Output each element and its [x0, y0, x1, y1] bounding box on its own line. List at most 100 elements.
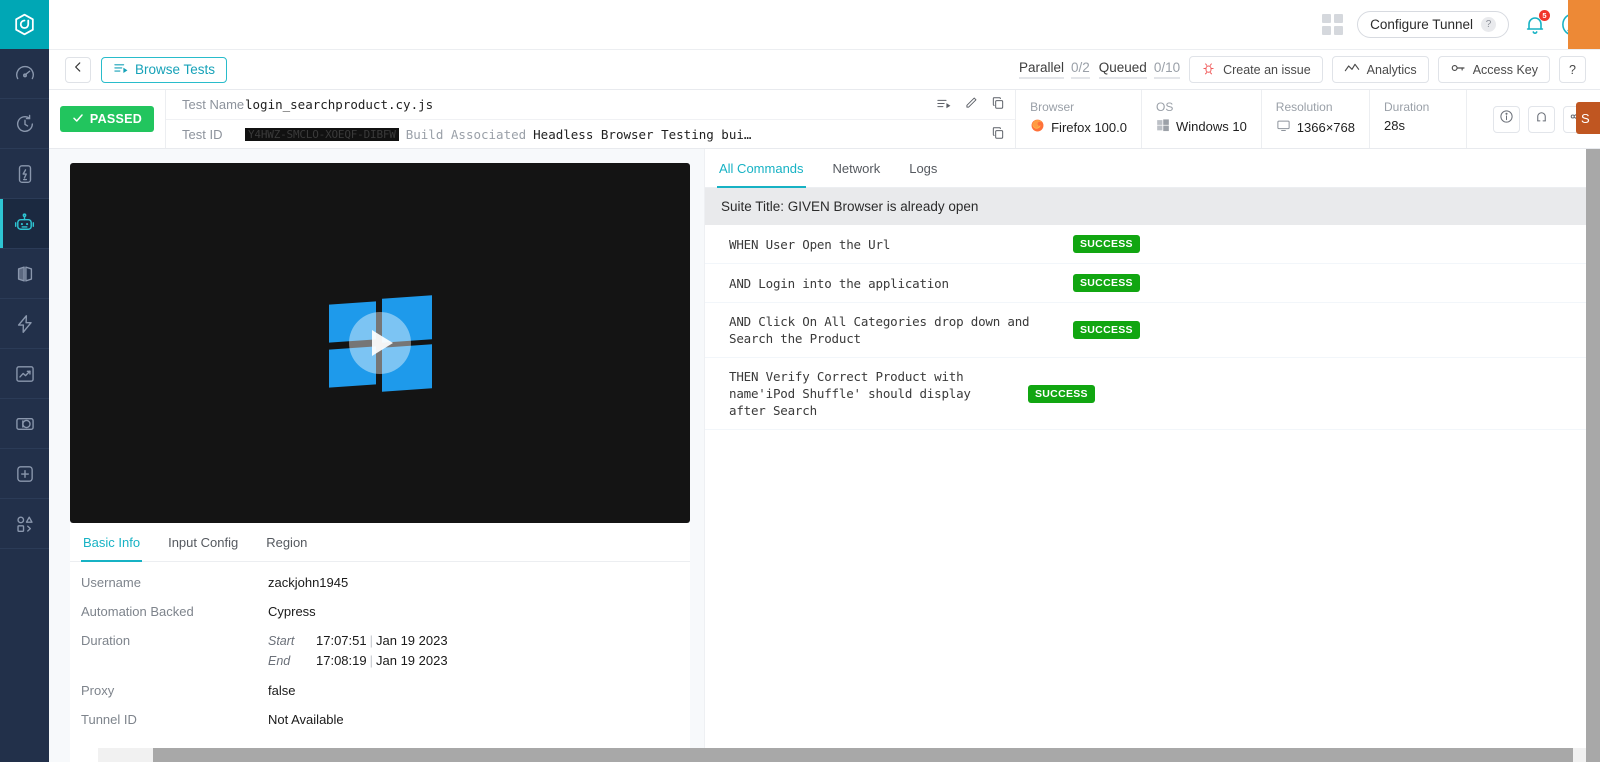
command-text: AND Login into the application: [729, 275, 949, 291]
proxy-label: Proxy: [81, 683, 115, 698]
test-name-actions: [936, 96, 1005, 114]
username-label: Username: [81, 575, 141, 590]
spec-resolution-value-wrap: 1366×768: [1276, 118, 1355, 136]
check-icon: [72, 112, 84, 127]
spec-resolution-label: Resolution: [1275, 100, 1333, 114]
automation-label: Automation Backed: [81, 604, 194, 619]
tab-logs[interactable]: Logs: [907, 149, 939, 188]
access-key-label: Access Key: [1472, 62, 1538, 77]
test-info-bar: PASSED Test Name login_searchproduct.cy.…: [49, 90, 1600, 149]
sidebar-item-timeline[interactable]: [0, 99, 49, 149]
test-name-row: Test Name login_searchproduct.cy.js: [166, 90, 1015, 119]
tunnel-id-label: Tunnel ID: [81, 712, 137, 727]
sidebar-item-visual-regression[interactable]: [0, 249, 49, 299]
magnet-button[interactable]: [1528, 105, 1555, 133]
command-row[interactable]: AND Click On All Categories drop down an…: [705, 303, 1600, 358]
spec-duration: Duration 28s: [1370, 90, 1466, 148]
duration-end-label: End: [268, 654, 291, 668]
vertical-scrollbar-thumb[interactable]: [1586, 149, 1600, 762]
access-key-button[interactable]: Access Key: [1437, 56, 1550, 83]
test-spec-cell: Browser Firefox 100.0 OS Windows 10 Reso…: [1015, 90, 1466, 148]
command-text: AND Click On All Categories drop down an…: [729, 314, 1030, 346]
notifications-button[interactable]: 5: [1523, 9, 1550, 37]
configure-tunnel-button[interactable]: Configure Tunnel ?: [1357, 11, 1509, 38]
parallel-value: 0/2: [1070, 60, 1090, 79]
test-meta-cell: Test Name login_searchproduct.cy.js Test…: [166, 90, 1016, 148]
spec-duration-label: Duration: [1384, 100, 1430, 114]
duration-end-row: End 17:08:19 | Jan 19 2023: [268, 653, 448, 668]
notification-badge: 5: [1539, 9, 1550, 21]
sidebar-item-real-time[interactable]: [0, 149, 49, 199]
chevron-left-icon: [71, 60, 85, 79]
command-row[interactable]: WHEN User Open the Url SUCCESS: [705, 225, 1600, 264]
analytics-button[interactable]: Analytics: [1331, 56, 1429, 83]
video-player[interactable]: [70, 163, 690, 523]
command-text: WHEN User Open the Url: [729, 236, 891, 252]
tab-region[interactable]: Region: [264, 523, 309, 562]
copy-icon[interactable]: [991, 126, 1005, 143]
command-status-badge: SUCCESS: [1073, 235, 1140, 253]
automation-value: Cypress: [268, 604, 316, 619]
tab-basic-info[interactable]: Basic Info: [81, 523, 143, 562]
test-name-value: login_searchproduct.cy.js: [245, 97, 434, 112]
help-button[interactable]: ?: [1559, 56, 1586, 83]
grid-icon[interactable]: [1322, 14, 1344, 35]
duration-start-row: Start 17:07:51 | Jan 19 2023: [268, 633, 448, 648]
list-play-icon[interactable]: [936, 96, 951, 114]
tab-all-commands[interactable]: All Commands: [717, 149, 806, 188]
info-row-duration: Duration Start 17:07:51 | Jan 19 2023 En…: [81, 630, 690, 668]
sidebar-item-developer-api[interactable]: [0, 499, 49, 549]
queued-stat: Queued 0/10: [1098, 60, 1181, 79]
horizontal-scrollbar[interactable]: [98, 748, 1586, 762]
shapes-code-icon: [14, 513, 36, 535]
sidebar-item-smart-ui[interactable]: [0, 399, 49, 449]
lightning-icon: [14, 313, 36, 335]
sidebar-item-automation[interactable]: [0, 199, 49, 249]
vertical-scrollbar[interactable]: [1586, 149, 1600, 762]
test-id-label: Test ID: [182, 126, 223, 142]
spec-os-value-wrap: Windows 10: [1156, 118, 1247, 135]
start-date: Jan 19 2023: [376, 633, 448, 648]
command-status-badge: SUCCESS: [1073, 274, 1140, 292]
parallel-label: Parallel: [1018, 60, 1064, 79]
main-area: Configure Tunnel ? 5 Browse Tests Parall…: [49, 0, 1600, 762]
test-name-label: Test Name: [182, 97, 245, 112]
command-row[interactable]: THEN Verify Correct Product with name'iP…: [705, 358, 1600, 430]
magnet-icon: [1534, 109, 1549, 129]
duration-label: Duration: [81, 633, 131, 648]
list-play-icon: [113, 61, 128, 79]
line-chart-icon: [1344, 61, 1360, 78]
right-edge-button[interactable]: S: [1576, 102, 1600, 134]
left-pane: Basic Info Input Config Region Username …: [49, 149, 704, 762]
build-associated-value: Headless Browser Testing bui…: [533, 126, 752, 142]
key-icon: [1450, 61, 1466, 78]
app-logo[interactable]: [0, 0, 49, 49]
sidebar-item-hyperexecute[interactable]: [0, 299, 49, 349]
spec-duration-value: 28s: [1384, 118, 1405, 133]
app-root: Configure Tunnel ? 5 Browse Tests Parall…: [0, 0, 1600, 762]
sidebar-item-integrations[interactable]: [0, 449, 49, 499]
browse-tests-button[interactable]: Browse Tests: [101, 56, 228, 83]
tab-input-config[interactable]: Input Config: [166, 523, 240, 562]
create-an-issue-button[interactable]: Create an issue: [1189, 56, 1323, 83]
copy-icon[interactable]: [991, 96, 1005, 113]
proxy-value: false: [268, 683, 296, 698]
create-an-issue-label: Create an issue: [1223, 62, 1311, 77]
command-row[interactable]: AND Login into the application SUCCESS: [705, 264, 1600, 303]
sidebar-item-dashboard[interactable]: [0, 49, 49, 99]
tab-network[interactable]: Network: [831, 149, 883, 188]
sidebar-item-analytics[interactable]: [0, 349, 49, 399]
right-edge-accent: [1568, 0, 1600, 49]
spec-resolution-value: 1366×768: [1296, 119, 1355, 135]
tunnel-help-icon[interactable]: ?: [1481, 17, 1496, 32]
play-icon: [372, 330, 393, 356]
contrast-circle-icon: [14, 413, 36, 435]
test-id-actions: [991, 126, 1005, 143]
back-button[interactable]: [65, 56, 91, 83]
play-button[interactable]: [349, 312, 411, 374]
tunnel-id-value: Not Available: [268, 712, 344, 727]
windows-icon: [1156, 118, 1170, 135]
horizontal-scrollbar-thumb[interactable]: [153, 748, 1573, 762]
info-button[interactable]: [1493, 105, 1520, 133]
pencil-icon[interactable]: [964, 96, 978, 113]
